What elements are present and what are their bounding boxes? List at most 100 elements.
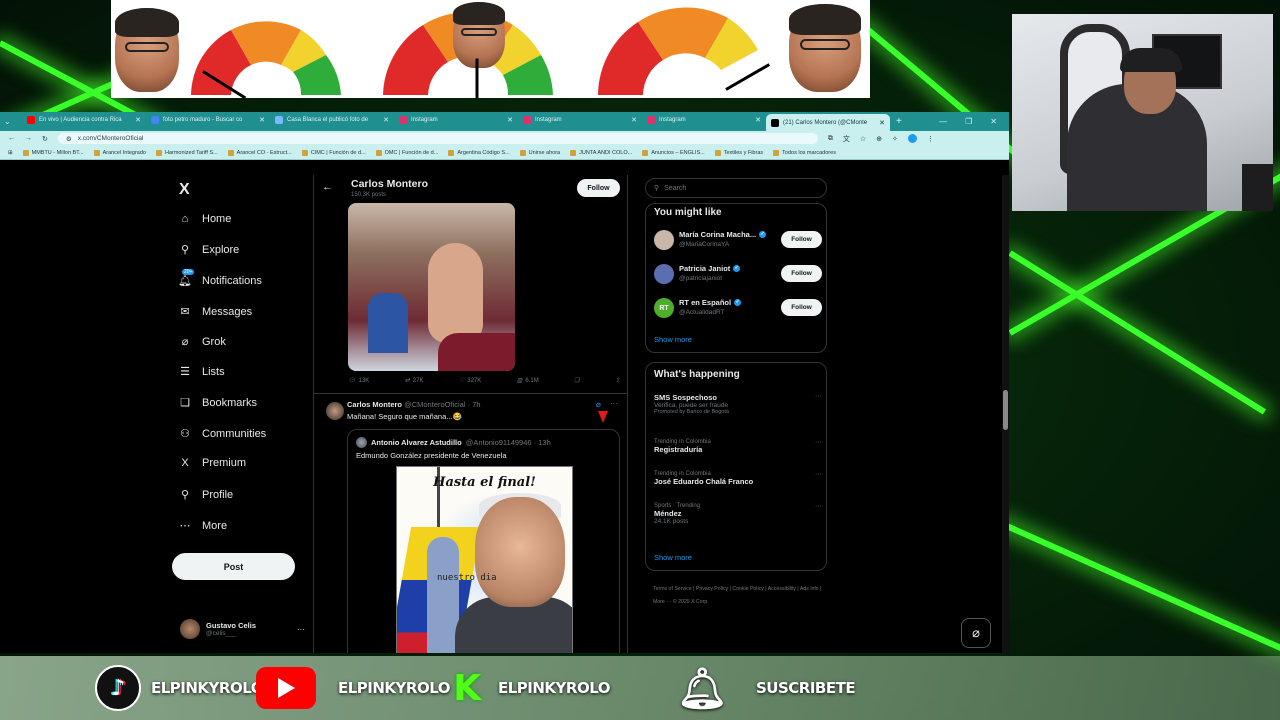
browser-tab-6[interactable]: (21) Carlos Montero (@CMonte ✕ bbox=[766, 114, 890, 131]
tweet-video-media[interactable] bbox=[348, 203, 515, 371]
nav-item-explore[interactable]: ⚲ Explore bbox=[178, 243, 239, 257]
trend-more-icon[interactable]: ··· bbox=[815, 503, 822, 510]
browser-menu-icon[interactable]: ⋮ bbox=[927, 135, 934, 143]
post-button[interactable]: Post bbox=[172, 553, 295, 580]
tweet-author-name[interactable]: Carlos Montero bbox=[347, 400, 402, 409]
maximize-icon[interactable]: ❐ bbox=[965, 117, 972, 126]
suggested-account[interactable]: María Corina Macha... ✓ @MariaCorinaYA Foll… bbox=[654, 228, 822, 252]
nav-item-profile[interactable]: ⚲ Profile bbox=[178, 488, 233, 502]
bookmark-item[interactable]: Arancel Integrado bbox=[93, 149, 146, 156]
minimize-icon[interactable]: — bbox=[939, 117, 947, 126]
bookmark-item[interactable]: JUNTA ANDI COLO... bbox=[570, 149, 632, 156]
tweet-more-icon[interactable]: ··· bbox=[610, 399, 618, 408]
puzzle-icon[interactable]: ✧ bbox=[892, 135, 898, 143]
nav-item-home[interactable]: ⌂ Home bbox=[178, 213, 232, 225]
grok-floating-icon[interactable]: ⌀ bbox=[961, 618, 991, 648]
tab-close-icon[interactable]: ✕ bbox=[135, 116, 141, 124]
suggested-follow-button[interactable]: Follow bbox=[781, 231, 822, 248]
browser-tab-5[interactable]: Instagram ✕ bbox=[642, 112, 766, 127]
quote-author-handle: @Antonio91149946 · 13h bbox=[465, 438, 551, 447]
install-icon[interactable]: ⧉ bbox=[828, 135, 833, 143]
reply-button[interactable]: 💬︎ 13K bbox=[348, 377, 369, 385]
new-tab-button[interactable]: + bbox=[890, 116, 902, 127]
bookmark-item[interactable]: Textiles y Fibras bbox=[714, 149, 763, 156]
forward-nav-icon[interactable]: → bbox=[25, 135, 32, 142]
profile-follow-button[interactable]: Follow bbox=[577, 179, 620, 197]
reload-icon[interactable]: ↻ bbox=[42, 135, 48, 143]
browser-tab-2[interactable]: Casa Blanca el publicó foto de ✕ bbox=[270, 112, 394, 127]
trend-more-icon[interactable]: ··· bbox=[815, 471, 822, 478]
browser-tab-3[interactable]: Instagram ✕ bbox=[394, 112, 518, 127]
quote-text: Edmundo González presidente de Venezuela bbox=[356, 451, 507, 460]
tab-close-icon[interactable]: ✕ bbox=[755, 116, 761, 124]
bookmark-item[interactable]: Argentina Código S... bbox=[448, 149, 510, 156]
like-button[interactable]: ♡ 327K bbox=[459, 377, 481, 385]
trend-more-icon[interactable]: ··· bbox=[815, 393, 822, 400]
close-window-icon[interactable]: ✕ bbox=[990, 117, 997, 126]
nav-item-bookmarks[interactable]: ❏ Bookmarks bbox=[178, 396, 257, 410]
suggested-account[interactable]: RT RT en Español ✓ @ActualidadRT Follow bbox=[654, 296, 822, 320]
bookmark-star-icon[interactable]: ☆ bbox=[860, 135, 866, 143]
bookmark-item[interactable]: Todos los marcadores bbox=[773, 149, 836, 156]
suggested-follow-button[interactable]: Follow bbox=[781, 265, 822, 282]
nav-item-more[interactable]: ⋯ More bbox=[178, 519, 228, 533]
browser-tab-0[interactable]: En vivo | Audiencia contra Rica ✕ bbox=[22, 112, 146, 127]
nav-item-lists[interactable]: ☰ Lists bbox=[178, 365, 225, 379]
nav-item-premium[interactable]: X Premium bbox=[178, 457, 246, 469]
search-input[interactable]: ⚲ Search bbox=[645, 178, 827, 198]
nav-item-notifications[interactable]: 🔔︎ 20+ Notifications bbox=[178, 269, 262, 287]
tab-search-icon[interactable]: ⌄ bbox=[4, 117, 22, 126]
suggested-account[interactable]: Patricia Janiot ✓ @patriciajaniot Follow bbox=[654, 262, 822, 286]
repost-button[interactable]: ⇄ 27K bbox=[405, 377, 424, 385]
tweet-author-avatar[interactable] bbox=[326, 402, 344, 420]
trend-item[interactable]: SMS Sospechoso Verifica, puede ser fraude… bbox=[654, 393, 822, 415]
site-info-icon[interactable]: ⚙ bbox=[66, 135, 72, 143]
lists-icon: ☰ bbox=[180, 366, 190, 378]
bookmark-item[interactable]: Unirse ahora bbox=[519, 149, 560, 156]
account-switcher[interactable]: Gustavo Celis @celis___ ··· bbox=[180, 619, 305, 639]
trend-item[interactable]: Sports · Trending Méndez 24.1K posts ··· bbox=[654, 503, 822, 525]
scrollbar-thumb[interactable] bbox=[1003, 390, 1008, 430]
back-arrow-icon[interactable]: ← bbox=[322, 181, 333, 193]
bookmark-button[interactable]: ❏ bbox=[574, 377, 579, 384]
you-might-like-show-more[interactable]: Show more bbox=[654, 335, 692, 344]
tab-close-icon[interactable]: ✕ bbox=[631, 116, 637, 124]
account-menu-icon[interactable]: ··· bbox=[297, 625, 305, 634]
nav-item-grok[interactable]: ⌀ Grok bbox=[178, 335, 226, 349]
suggested-follow-button[interactable]: Follow bbox=[781, 299, 822, 316]
profile-icon[interactable] bbox=[907, 134, 917, 143]
bookmark-item[interactable]: CIMC | Función de d... bbox=[301, 149, 366, 156]
grok-explain-icon[interactable]: ⌀ bbox=[596, 400, 601, 409]
bookmark-item[interactable]: Arancel CO - Estruct... bbox=[227, 149, 292, 156]
views-button[interactable]: ▥ 6.1M bbox=[517, 377, 539, 385]
tab-close-icon[interactable]: ✕ bbox=[383, 116, 389, 124]
tab-close-icon[interactable]: ✕ bbox=[259, 116, 265, 124]
bookmark-item[interactable]: OMC | Función de d... bbox=[375, 149, 438, 156]
quote-illustration[interactable]: Hasta el final! nuestro dia bbox=[396, 466, 573, 653]
quoted-tweet[interactable]: Antonio Alvarez Astudillo @Antonio911499… bbox=[347, 429, 620, 653]
bookmark-item[interactable]: MMBTU - Millon BT... bbox=[22, 149, 84, 156]
translate-icon[interactable]: 文 bbox=[843, 134, 850, 144]
nav-item-communities[interactable]: ⚇ Communities bbox=[178, 427, 266, 441]
extension-icon[interactable]: ⊕ bbox=[876, 135, 882, 143]
page-scrollbar[interactable] bbox=[1002, 175, 1009, 653]
tab-close-icon[interactable]: ✕ bbox=[879, 119, 885, 127]
subscribe-callout: 🔔︎ SUSCRIBETE bbox=[677, 656, 856, 720]
url-bar[interactable]: ⚙ x.com/CMonteroOficial bbox=[57, 133, 818, 144]
whats-happening-show-more[interactable]: Show more bbox=[654, 553, 692, 562]
browser-tab-4[interactable]: Instagram ✕ bbox=[518, 112, 642, 127]
browser-tab-1[interactable]: foto petro maduro - Buscar co ✕ bbox=[146, 112, 270, 127]
trend-item[interactable]: Trending in Colombia José Eduardo Chalá F… bbox=[654, 471, 822, 486]
share-button[interactable]: ⇪ bbox=[615, 377, 620, 384]
x-page: X ⌂ Home ⚲ Explore 🔔︎ 20+ Notifications ✉ Messag… bbox=[0, 175, 1009, 653]
footer-links[interactable]: Terms of Service | Privacy Policy | Cook… bbox=[653, 583, 823, 609]
x-logo-icon[interactable]: X bbox=[179, 181, 190, 199]
back-nav-icon[interactable]: ← bbox=[8, 135, 15, 142]
tab-close-icon[interactable]: ✕ bbox=[507, 116, 513, 124]
nav-item-messages[interactable]: ✉ Messages bbox=[178, 305, 252, 319]
bookmark-item[interactable]: Anuncios – ENGLIS... bbox=[642, 149, 705, 156]
trend-item[interactable]: Trending in Colombia Registraduría ··· bbox=[654, 439, 822, 454]
apps-icon[interactable]: ⊞ bbox=[8, 150, 13, 156]
trend-more-icon[interactable]: ··· bbox=[815, 439, 822, 446]
bookmark-item[interactable]: Harmonized Tariff S... bbox=[155, 149, 218, 156]
